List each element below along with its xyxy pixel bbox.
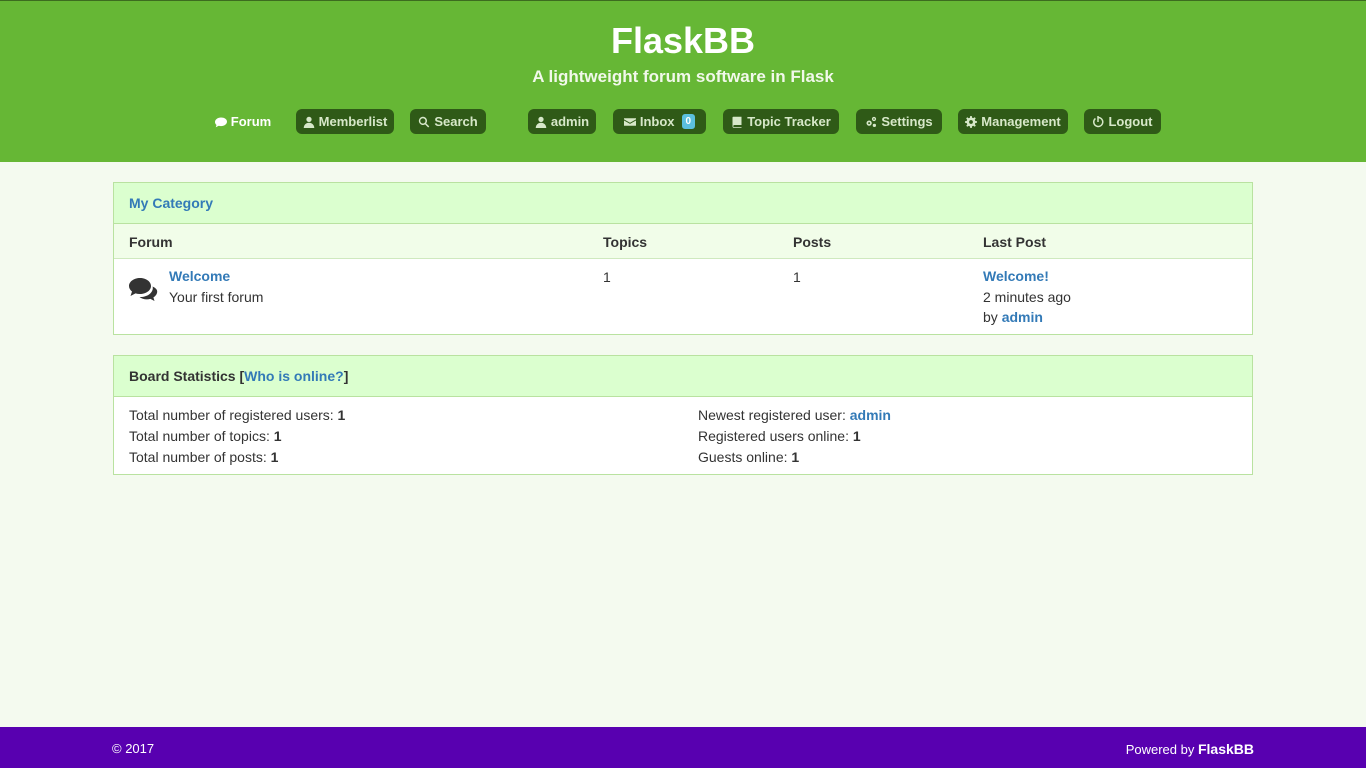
cogs-icon xyxy=(866,116,877,127)
site-footer: © 2017 Powered by FlaskBB xyxy=(0,727,1366,768)
board-stats-heading: Board Statistics [Who is online?] xyxy=(114,356,1252,397)
nav-inbox-label: Inbox xyxy=(639,114,675,129)
forum-topics-count: 1 xyxy=(603,269,611,285)
nav-management[interactable]: Management xyxy=(958,109,1068,134)
forum-name-link[interactable]: Welcome xyxy=(169,268,230,284)
nav-memberlist-label: Memberlist xyxy=(318,114,388,129)
nav-topic-tracker[interactable]: Topic Tracker xyxy=(723,109,839,134)
book-icon xyxy=(732,116,742,128)
last-post-time: 2 minutes ago xyxy=(983,289,1071,305)
site-header: FlaskBB A lightweight forum software in … xyxy=(0,0,1366,162)
stat-value: 1 xyxy=(852,428,861,444)
nav-management-label: Management xyxy=(981,114,1061,129)
nav-memberlist[interactable]: Memberlist xyxy=(296,109,394,134)
stat-value: 1 xyxy=(273,428,282,444)
cog-icon xyxy=(965,115,978,128)
nav-logout-label: Logout xyxy=(1108,114,1153,129)
col-forum: Forum xyxy=(129,234,173,250)
comment-icon xyxy=(214,117,227,127)
envelope-icon xyxy=(623,117,636,126)
user-icon xyxy=(535,116,547,128)
main-nav: Forum Memberlist Search admin Inbox 0 To… xyxy=(0,109,1366,134)
nav-user-admin[interactable]: admin xyxy=(528,109,596,134)
forum-table-header: Forum Topics Posts Last Post xyxy=(114,224,1252,259)
last-post-author-link[interactable]: admin xyxy=(1002,309,1043,325)
powered-by-link[interactable]: FlaskBB xyxy=(1198,741,1254,757)
nav-search-label: Search xyxy=(434,114,478,129)
col-posts: Posts xyxy=(793,234,832,250)
board-stats-title: Board Statistics xyxy=(129,368,236,384)
stat-value: 1 xyxy=(791,449,800,465)
last-post-by: by admin xyxy=(983,309,1043,325)
site-title[interactable]: FlaskBB xyxy=(0,21,1366,61)
stat-value: 1 xyxy=(337,407,346,423)
site-subtitle: A lightweight forum software in Flask xyxy=(532,67,834,86)
nav-logout[interactable]: Logout xyxy=(1084,109,1161,134)
stat-total-topics: Total number of topics: 1 xyxy=(129,428,282,445)
stat-users-online: Registered users online: 1 xyxy=(698,428,861,445)
category-title-link[interactable]: My Category xyxy=(129,195,213,211)
stat-value: 1 xyxy=(270,449,279,465)
comments-icon xyxy=(129,278,158,301)
category-panel: My Category Forum Topics Posts Last Post… xyxy=(113,182,1253,335)
board-stats-body: Total number of registered users: 1 Tota… xyxy=(114,397,1252,474)
footer-copyright: © 2017 xyxy=(112,741,155,756)
col-topics: Topics xyxy=(603,234,648,250)
stat-guests-online: Guests online: 1 xyxy=(698,449,799,466)
nav-user-label: admin xyxy=(550,114,590,129)
col-last-post: Last Post xyxy=(983,234,1047,250)
stat-newest-user: Newest registered user: admin xyxy=(698,407,891,424)
bracket-close: ] xyxy=(343,368,349,384)
search-icon xyxy=(419,116,430,127)
stat-total-posts: Total number of posts: 1 xyxy=(129,449,278,466)
newest-user-link[interactable]: admin xyxy=(850,407,891,423)
stat-label: Newest registered user: xyxy=(698,407,846,423)
powered-by-label: Powered by xyxy=(1125,742,1195,757)
stat-label: Total number of registered users: xyxy=(129,407,334,423)
nav-search[interactable]: Search xyxy=(410,109,486,134)
last-post-link[interactable]: Welcome! xyxy=(983,268,1049,284)
user-icon xyxy=(303,116,314,128)
stat-label: Total number of topics: xyxy=(129,428,270,444)
forum-description: Your first forum xyxy=(169,289,264,305)
forum-posts-count: 1 xyxy=(793,269,801,285)
who-online-link[interactable]: Who is online? xyxy=(244,368,344,384)
footer-powered-by: Powered by FlaskBB xyxy=(1126,741,1254,757)
last-post-by-prefix: by xyxy=(983,309,998,325)
nav-settings[interactable]: Settings xyxy=(856,109,942,134)
category-heading: My Category xyxy=(114,183,1252,224)
stat-registered-users: Total number of registered users: 1 xyxy=(129,407,345,424)
nav-settings-label: Settings xyxy=(881,114,933,129)
nav-forum[interactable]: Forum xyxy=(206,109,280,134)
board-stats-panel: Board Statistics [Who is online?] Total … xyxy=(113,355,1253,475)
stat-label: Total number of posts: xyxy=(129,449,267,465)
stat-label: Registered users online: xyxy=(698,428,849,444)
power-icon xyxy=(1093,115,1104,127)
nav-forum-label: Forum xyxy=(230,114,272,129)
forum-row: Welcome Your first forum 1 1 Welcome! 2 … xyxy=(114,259,1252,334)
inbox-count-badge: 0 xyxy=(681,114,696,129)
nav-inbox[interactable]: Inbox 0 xyxy=(613,109,706,134)
nav-topic-tracker-label: Topic Tracker xyxy=(747,114,831,129)
stat-label: Guests online: xyxy=(698,449,788,465)
